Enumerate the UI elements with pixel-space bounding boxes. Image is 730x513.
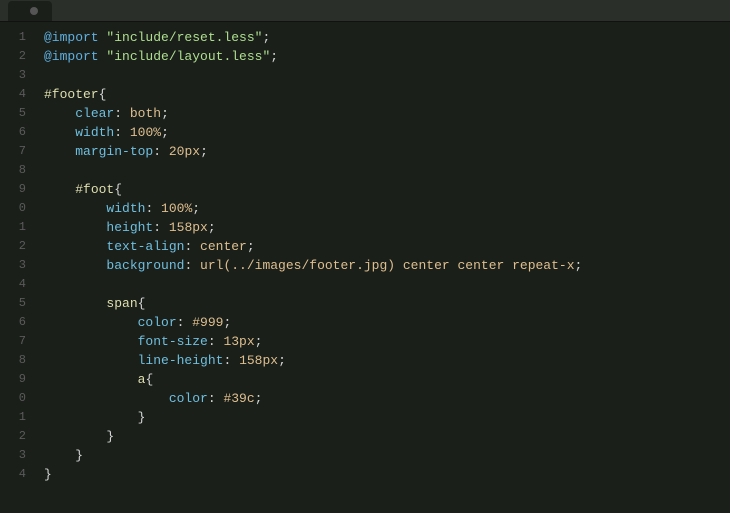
line-number: 5 [6, 294, 26, 313]
code-line: width: 100%; [44, 123, 722, 142]
line-number: 6 [6, 123, 26, 142]
code-area[interactable]: @import "include/reset.less";@import "in… [36, 22, 730, 513]
code-line: #foot{ [44, 180, 722, 199]
line-number: 7 [6, 142, 26, 161]
line-number: 5 [6, 104, 26, 123]
code-line: a{ [44, 370, 722, 389]
editor-container: 123456789012345678901234 @import "includ… [0, 22, 730, 513]
code-line: text-align: center; [44, 237, 722, 256]
code-line: span{ [44, 294, 722, 313]
line-number: 8 [6, 351, 26, 370]
code-line: @import "include/layout.less"; [44, 47, 722, 66]
code-line: @import "include/reset.less"; [44, 28, 722, 47]
code-line: color: #39c; [44, 389, 722, 408]
code-line: color: #999; [44, 313, 722, 332]
line-number: 9 [6, 370, 26, 389]
line-number: 6 [6, 313, 26, 332]
tab-dot [30, 7, 38, 15]
code-line: font-size: 13px; [44, 332, 722, 351]
tab[interactable] [8, 1, 52, 21]
code-line: } [44, 408, 722, 427]
line-number: 2 [6, 237, 26, 256]
code-line: #footer{ [44, 85, 722, 104]
code-line: clear: both; [44, 104, 722, 123]
line-number: 4 [6, 85, 26, 104]
code-line [44, 66, 722, 85]
code-line [44, 161, 722, 180]
line-number: 8 [6, 161, 26, 180]
line-number: 0 [6, 389, 26, 408]
line-number: 7 [6, 332, 26, 351]
code-line [44, 275, 722, 294]
line-number: 0 [6, 199, 26, 218]
line-number: 9 [6, 180, 26, 199]
line-number: 3 [6, 446, 26, 465]
code-line: background: url(../images/footer.jpg) ce… [44, 256, 722, 275]
line-number: 4 [6, 465, 26, 484]
code-line: } [44, 446, 722, 465]
code-line: line-height: 158px; [44, 351, 722, 370]
line-number: 1 [6, 408, 26, 427]
code-line: width: 100%; [44, 199, 722, 218]
code-line: } [44, 427, 722, 446]
line-number: 4 [6, 275, 26, 294]
code-line: margin-top: 20px; [44, 142, 722, 161]
line-numbers: 123456789012345678901234 [0, 22, 36, 513]
line-number: 3 [6, 66, 26, 85]
title-bar [0, 0, 730, 22]
code-line: height: 158px; [44, 218, 722, 237]
line-number: 1 [6, 218, 26, 237]
line-number: 2 [6, 427, 26, 446]
code-line: } [44, 465, 722, 484]
line-number: 1 [6, 28, 26, 47]
line-number: 2 [6, 47, 26, 66]
line-number: 3 [6, 256, 26, 275]
